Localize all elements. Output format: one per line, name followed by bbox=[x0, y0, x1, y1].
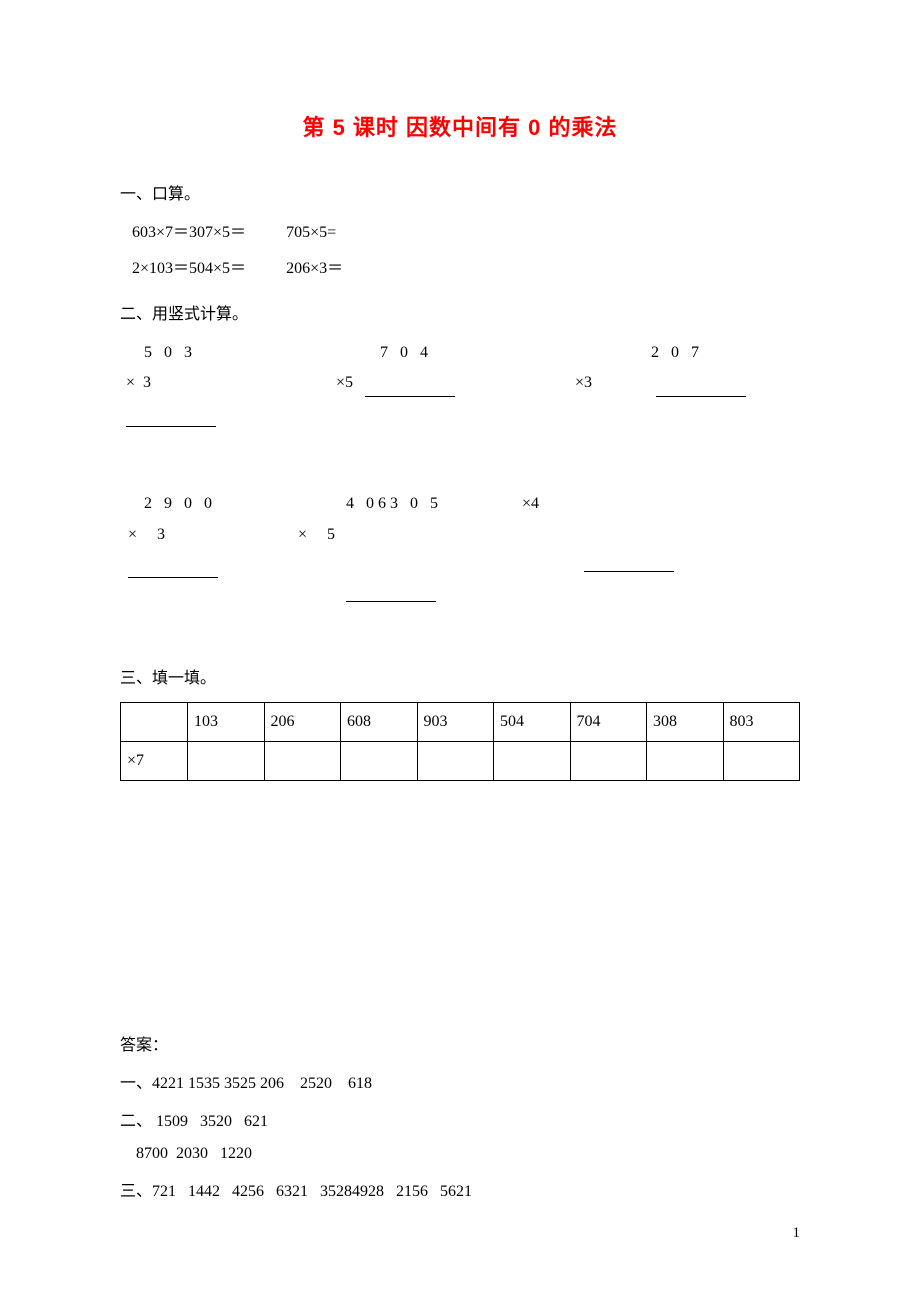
vprob-2-op: ×5 bbox=[336, 368, 455, 398]
cell-blank[interactable] bbox=[570, 742, 647, 781]
vprob-3-op: ×3 bbox=[575, 368, 746, 398]
table-row: ×7 bbox=[121, 742, 800, 781]
rule-line bbox=[584, 571, 674, 572]
vprob-3-top: 2 0 7 bbox=[575, 338, 746, 368]
rule-line bbox=[365, 396, 455, 397]
cell-blank[interactable] bbox=[341, 742, 418, 781]
cell-blank[interactable] bbox=[188, 742, 265, 781]
vprob-2: 7 0 4 ×5 bbox=[336, 338, 455, 429]
th-6: 704 bbox=[570, 703, 647, 742]
mm-r2-a: 2×103＝504×5＝ bbox=[132, 260, 246, 277]
cell-blank[interactable] bbox=[264, 742, 341, 781]
mm-r2-b: 206×3＝ bbox=[286, 260, 343, 277]
cell-blank[interactable] bbox=[494, 742, 571, 781]
vprob-4-op: × 3 bbox=[128, 520, 218, 550]
vprob-4-top: 2 9 0 0 bbox=[144, 489, 218, 519]
th-1: 103 bbox=[188, 703, 265, 742]
th-2: 206 bbox=[264, 703, 341, 742]
vprob-2-top: 7 0 4 bbox=[336, 338, 455, 368]
mm-r1-a: 603×7＝307×5＝ bbox=[132, 224, 246, 241]
worksheet-page: 第 5 课时 因数中间有 0 的乘法 一、口算。 603×7＝307×5＝ 70… bbox=[0, 0, 920, 1302]
rule-line bbox=[346, 601, 436, 602]
vprob-5-op: × 5 bbox=[298, 520, 442, 550]
section1-heading: 一、口算。 bbox=[120, 180, 800, 204]
section3-heading: 三、填一填。 bbox=[120, 664, 800, 688]
vertical-problems: 5 0 3 × 3 7 0 4 ×5 2 0 7 ×3 2 9 0 0 × 3 bbox=[120, 338, 800, 604]
rule-line bbox=[126, 426, 216, 427]
answers-line-2b: 8700 2030 1220 bbox=[120, 1145, 800, 1163]
answers-heading: 答案： bbox=[120, 1031, 800, 1055]
vprob-6-op: ×4 bbox=[522, 489, 674, 519]
table-row: 103 206 608 903 504 704 308 803 bbox=[121, 703, 800, 742]
rule-line bbox=[656, 396, 746, 397]
vprob-5: 4 063 0 5 × 5 bbox=[298, 489, 442, 604]
cell-blank[interactable] bbox=[417, 742, 494, 781]
vertical-row-1: 5 0 3 × 3 7 0 4 ×5 2 0 7 ×3 bbox=[120, 338, 800, 429]
th-3: 608 bbox=[341, 703, 418, 742]
page-title: 第 5 课时 因数中间有 0 的乘法 bbox=[120, 110, 800, 142]
mental-math-row2: 2×103＝504×5＝ 206×3＝ bbox=[120, 254, 800, 278]
answers-block: 答案： 一、4221 1535 3525 206 2520 618 二、 150… bbox=[120, 1031, 800, 1201]
section2-heading: 二、用竖式计算。 bbox=[120, 300, 800, 324]
vprob-4: 2 9 0 0 × 3 bbox=[144, 489, 218, 604]
vprob-5-top: 4 063 0 5 bbox=[298, 489, 442, 519]
page-number: 1 bbox=[793, 1225, 801, 1242]
vprob-1-op: × 3 bbox=[126, 368, 216, 398]
rule-line bbox=[128, 577, 218, 578]
th-5: 504 bbox=[494, 703, 571, 742]
vprob-2-op-text: ×5 bbox=[336, 374, 353, 391]
cell-blank[interactable] bbox=[647, 742, 724, 781]
th-4: 903 bbox=[417, 703, 494, 742]
answers-line-2: 二、 1509 3520 621 bbox=[120, 1107, 800, 1131]
mental-math-row1: 603×7＝307×5＝ 705×5= bbox=[120, 218, 800, 242]
cell-blank[interactable] bbox=[723, 742, 800, 781]
vprob-3: 2 0 7 ×3 bbox=[575, 338, 746, 429]
answers-line-1: 一、4221 1535 3525 206 2520 618 bbox=[120, 1069, 800, 1093]
th-blank bbox=[121, 703, 188, 742]
row-label: ×7 bbox=[121, 742, 188, 781]
vprob-3-op-text: ×3 bbox=[575, 374, 592, 391]
vprob-1: 5 0 3 × 3 bbox=[144, 338, 216, 429]
answers-line-3: 三、721 1442 4256 6321 35284928 2156 5621 bbox=[120, 1177, 800, 1201]
th-7: 308 bbox=[647, 703, 724, 742]
th-8: 803 bbox=[723, 703, 800, 742]
fill-table: 103 206 608 903 504 704 308 803 ×7 bbox=[120, 702, 800, 781]
vertical-row-2: 2 9 0 0 × 3 4 063 0 5 × 5 ×4 bbox=[120, 489, 800, 604]
vprob-6: ×4 bbox=[522, 489, 674, 604]
vprob-1-top: 5 0 3 bbox=[144, 338, 216, 368]
mm-r1-b: 705×5= bbox=[286, 224, 336, 241]
